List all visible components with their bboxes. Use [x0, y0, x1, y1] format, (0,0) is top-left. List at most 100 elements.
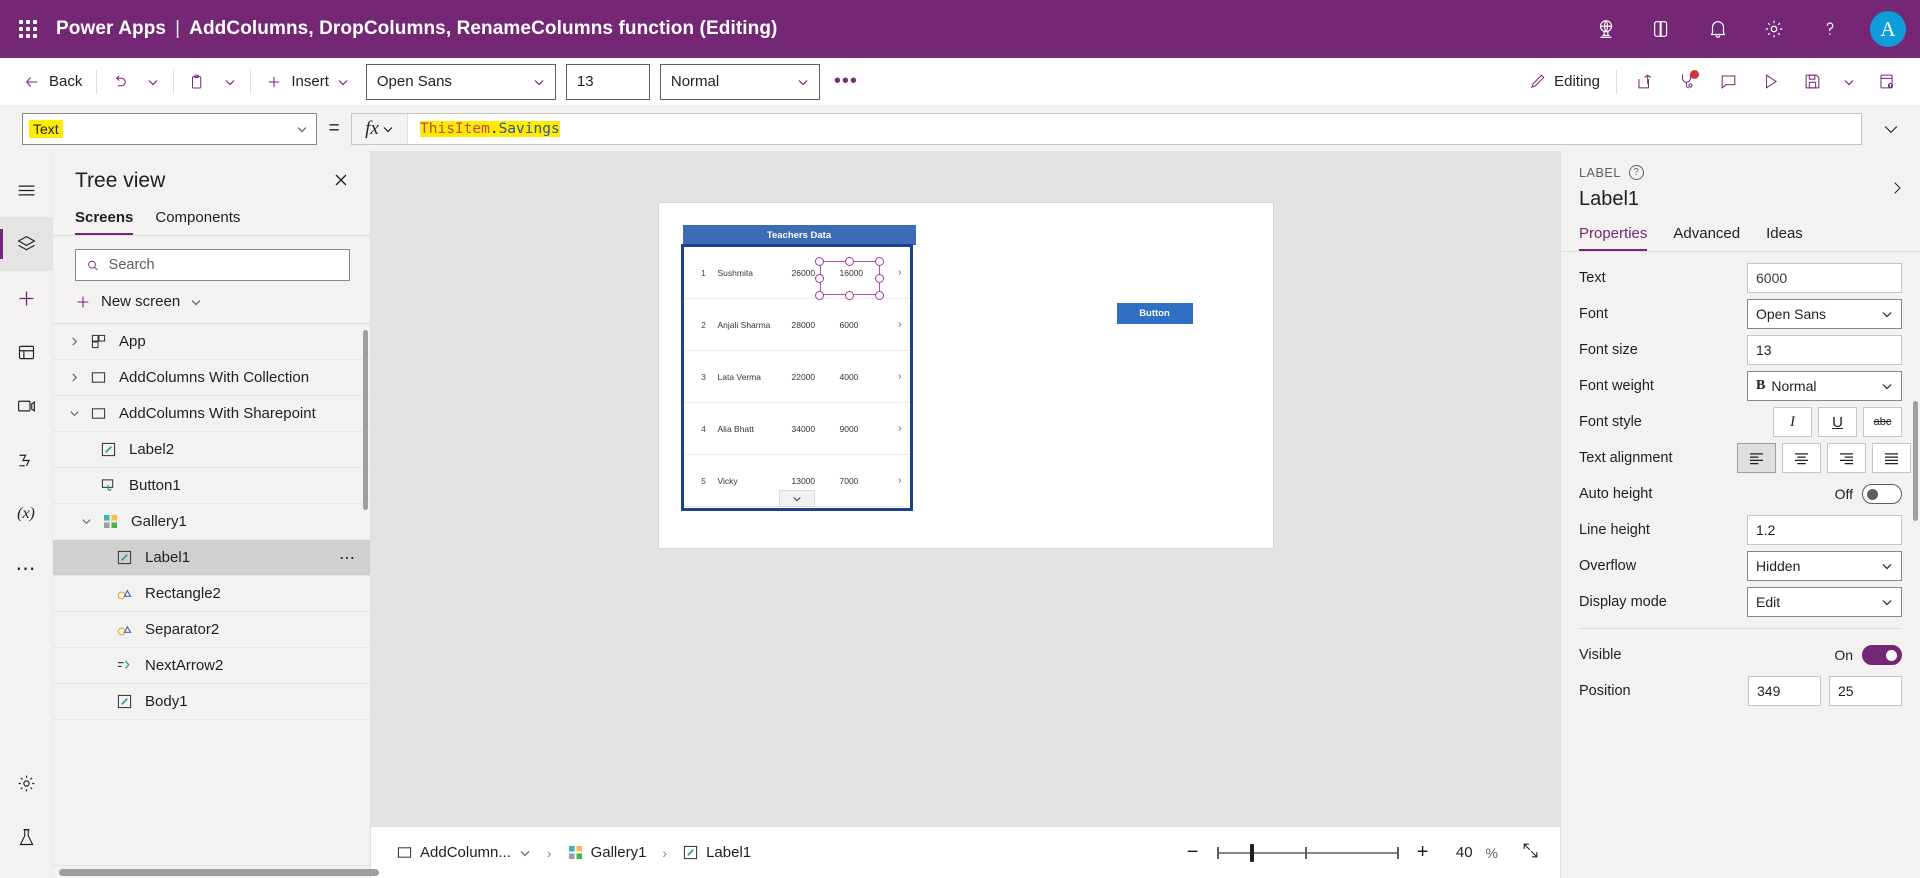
- display-mode-select[interactable]: Edit: [1747, 587, 1902, 617]
- nextarrow-icon[interactable]: ›: [898, 423, 903, 434]
- formula-input[interactable]: ThisItem.Savings: [408, 114, 1861, 144]
- position-x-field[interactable]: 349: [1748, 676, 1821, 706]
- tab-components[interactable]: Components: [155, 209, 240, 235]
- paste-dropdown-chevron-down-icon[interactable]: [215, 65, 245, 99]
- tree-item-button1[interactable]: Button1: [53, 468, 370, 504]
- font-weight-select[interactable]: Normal: [660, 64, 820, 100]
- italic-button[interactable]: I: [1773, 407, 1812, 437]
- selection-handles[interactable]: [820, 261, 880, 295]
- chevron-right-icon[interactable]: [63, 372, 85, 383]
- zoom-in-plus-icon[interactable]: +: [1412, 841, 1434, 864]
- tree-item-label1[interactable]: Label1 ⋯: [53, 540, 370, 576]
- align-left-button[interactable]: [1737, 443, 1776, 473]
- formula-bar-collapse-chevron-down-icon[interactable]: [1862, 119, 1920, 139]
- publish-icon[interactable]: [1866, 64, 1906, 100]
- paste-icon[interactable]: [179, 65, 215, 99]
- strikethrough-button[interactable]: abc: [1863, 407, 1902, 437]
- help-question-icon[interactable]: ?: [1629, 165, 1644, 180]
- insert-button[interactable]: Insert: [256, 65, 358, 99]
- scrollbar-thumb[interactable]: [59, 869, 379, 876]
- nextarrow-icon[interactable]: ›: [898, 267, 903, 278]
- save-dropdown-chevron-down-icon[interactable]: [1834, 65, 1864, 99]
- tab-screens[interactable]: Screens: [75, 209, 133, 235]
- text-value-field[interactable]: 6000: [1747, 263, 1902, 293]
- insert-plus-icon[interactable]: [0, 271, 53, 325]
- save-icon[interactable]: [1792, 64, 1832, 100]
- zoom-slider[interactable]: [1217, 842, 1399, 864]
- tree-item-body1[interactable]: Body1: [53, 684, 370, 720]
- comment-icon[interactable]: [1708, 64, 1748, 100]
- apps-switcher-icon[interactable]: [1634, 0, 1690, 58]
- chevron-down-icon[interactable]: [75, 516, 97, 527]
- font-select[interactable]: Open Sans: [1747, 299, 1902, 329]
- tree-item-addcolumns-with-sharepoint[interactable]: AddColumns With Sharepoint: [53, 396, 370, 432]
- nextarrow-icon[interactable]: ›: [898, 319, 903, 330]
- font-family-select[interactable]: Open Sans: [366, 64, 556, 100]
- canvas-button[interactable]: Button: [1117, 303, 1193, 324]
- nextarrow-icon[interactable]: ›: [898, 371, 903, 382]
- font-size-select[interactable]: 13: [566, 64, 650, 100]
- settings-gear-icon[interactable]: [1746, 0, 1802, 58]
- gallery-row[interactable]: 1 Sushmita 26000 16000 ›: [684, 247, 910, 299]
- underline-button[interactable]: U: [1818, 407, 1857, 437]
- tab-ideas[interactable]: Ideas: [1766, 225, 1803, 251]
- align-justify-button[interactable]: [1872, 443, 1911, 473]
- chevron-down-icon[interactable]: [63, 408, 85, 419]
- gallery-control[interactable]: Teachers Data 1 Sushmita 26000 16000 ›: [681, 225, 915, 511]
- search-box[interactable]: [75, 249, 350, 281]
- help-question-icon[interactable]: [1802, 0, 1858, 58]
- breadcrumb-gallery[interactable]: Gallery1: [562, 844, 653, 861]
- media-icon[interactable]: [0, 379, 53, 433]
- more-ellipsis-icon[interactable]: ⋯: [335, 548, 360, 568]
- zoom-out-minus-icon[interactable]: −: [1182, 841, 1204, 864]
- undo-button[interactable]: [102, 65, 138, 99]
- tree-view-layers-icon[interactable]: [0, 217, 53, 271]
- user-avatar[interactable]: A: [1870, 11, 1906, 47]
- experimental-icon[interactable]: [0, 810, 53, 864]
- share-icon[interactable]: [1624, 64, 1664, 100]
- gallery-row[interactable]: 4 Alia Bhatt 34000 9000 ›: [684, 403, 910, 455]
- tree-vertical-scrollbar[interactable]: [363, 330, 368, 510]
- data-cylinder-icon[interactable]: [0, 325, 53, 379]
- breadcrumb-label[interactable]: Label1: [677, 844, 757, 861]
- align-center-button[interactable]: [1782, 443, 1821, 473]
- search-input[interactable]: [109, 257, 339, 273]
- editing-mode-button[interactable]: Editing: [1519, 65, 1609, 99]
- chevron-right-icon[interactable]: [1888, 179, 1906, 202]
- fx-button[interactable]: fx: [352, 114, 408, 144]
- resize-handle-n[interactable]: [845, 257, 854, 266]
- environment-globe-icon[interactable]: [1578, 0, 1634, 58]
- app-checker-icon[interactable]: [1666, 64, 1706, 100]
- position-y-field[interactable]: 25: [1829, 676, 1902, 706]
- slider-thumb[interactable]: [1250, 844, 1254, 862]
- tree-item-rectangle2[interactable]: Rectangle2: [53, 576, 370, 612]
- nextarrow-icon[interactable]: ›: [898, 475, 903, 486]
- align-right-button[interactable]: [1827, 443, 1866, 473]
- tree-item-label2[interactable]: Label2: [53, 432, 370, 468]
- tree-item-gallery1[interactable]: Gallery1: [53, 504, 370, 540]
- flows-icon[interactable]: [0, 433, 53, 487]
- visible-toggle[interactable]: [1862, 645, 1902, 665]
- properties-scrollbar[interactable]: [1913, 401, 1918, 521]
- font-size-field[interactable]: 13: [1747, 335, 1902, 365]
- tab-advanced[interactable]: Advanced: [1673, 225, 1740, 251]
- more-commands-button[interactable]: •••: [820, 70, 872, 93]
- chevron-right-icon[interactable]: [63, 336, 85, 347]
- gallery-row[interactable]: 3 Lata Verma 22000 4000 ›: [684, 351, 910, 403]
- line-height-field[interactable]: 1.2: [1747, 515, 1902, 545]
- back-button[interactable]: Back: [14, 65, 91, 99]
- new-screen-button[interactable]: New screen: [53, 281, 370, 324]
- auto-height-toggle[interactable]: [1862, 484, 1902, 504]
- breadcrumb-screen[interactable]: AddColumn...: [391, 844, 537, 861]
- tree-horizontal-scrollbar[interactable]: [53, 865, 370, 878]
- font-weight-select[interactable]: B Normal: [1747, 371, 1902, 401]
- gallery-scroll-down-chevron-down-icon[interactable]: [779, 490, 815, 507]
- tree-item-app[interactable]: App: [53, 324, 370, 360]
- overflow-select[interactable]: Hidden: [1747, 551, 1902, 581]
- settings-gear-icon[interactable]: [0, 756, 53, 810]
- hamburger-menu-icon[interactable]: [0, 163, 53, 217]
- undo-dropdown-chevron-down-icon[interactable]: [138, 65, 168, 99]
- resize-handle-e[interactable]: [875, 274, 884, 283]
- notifications-bell-icon[interactable]: [1690, 0, 1746, 58]
- variables-fx-icon[interactable]: (x): [0, 487, 53, 541]
